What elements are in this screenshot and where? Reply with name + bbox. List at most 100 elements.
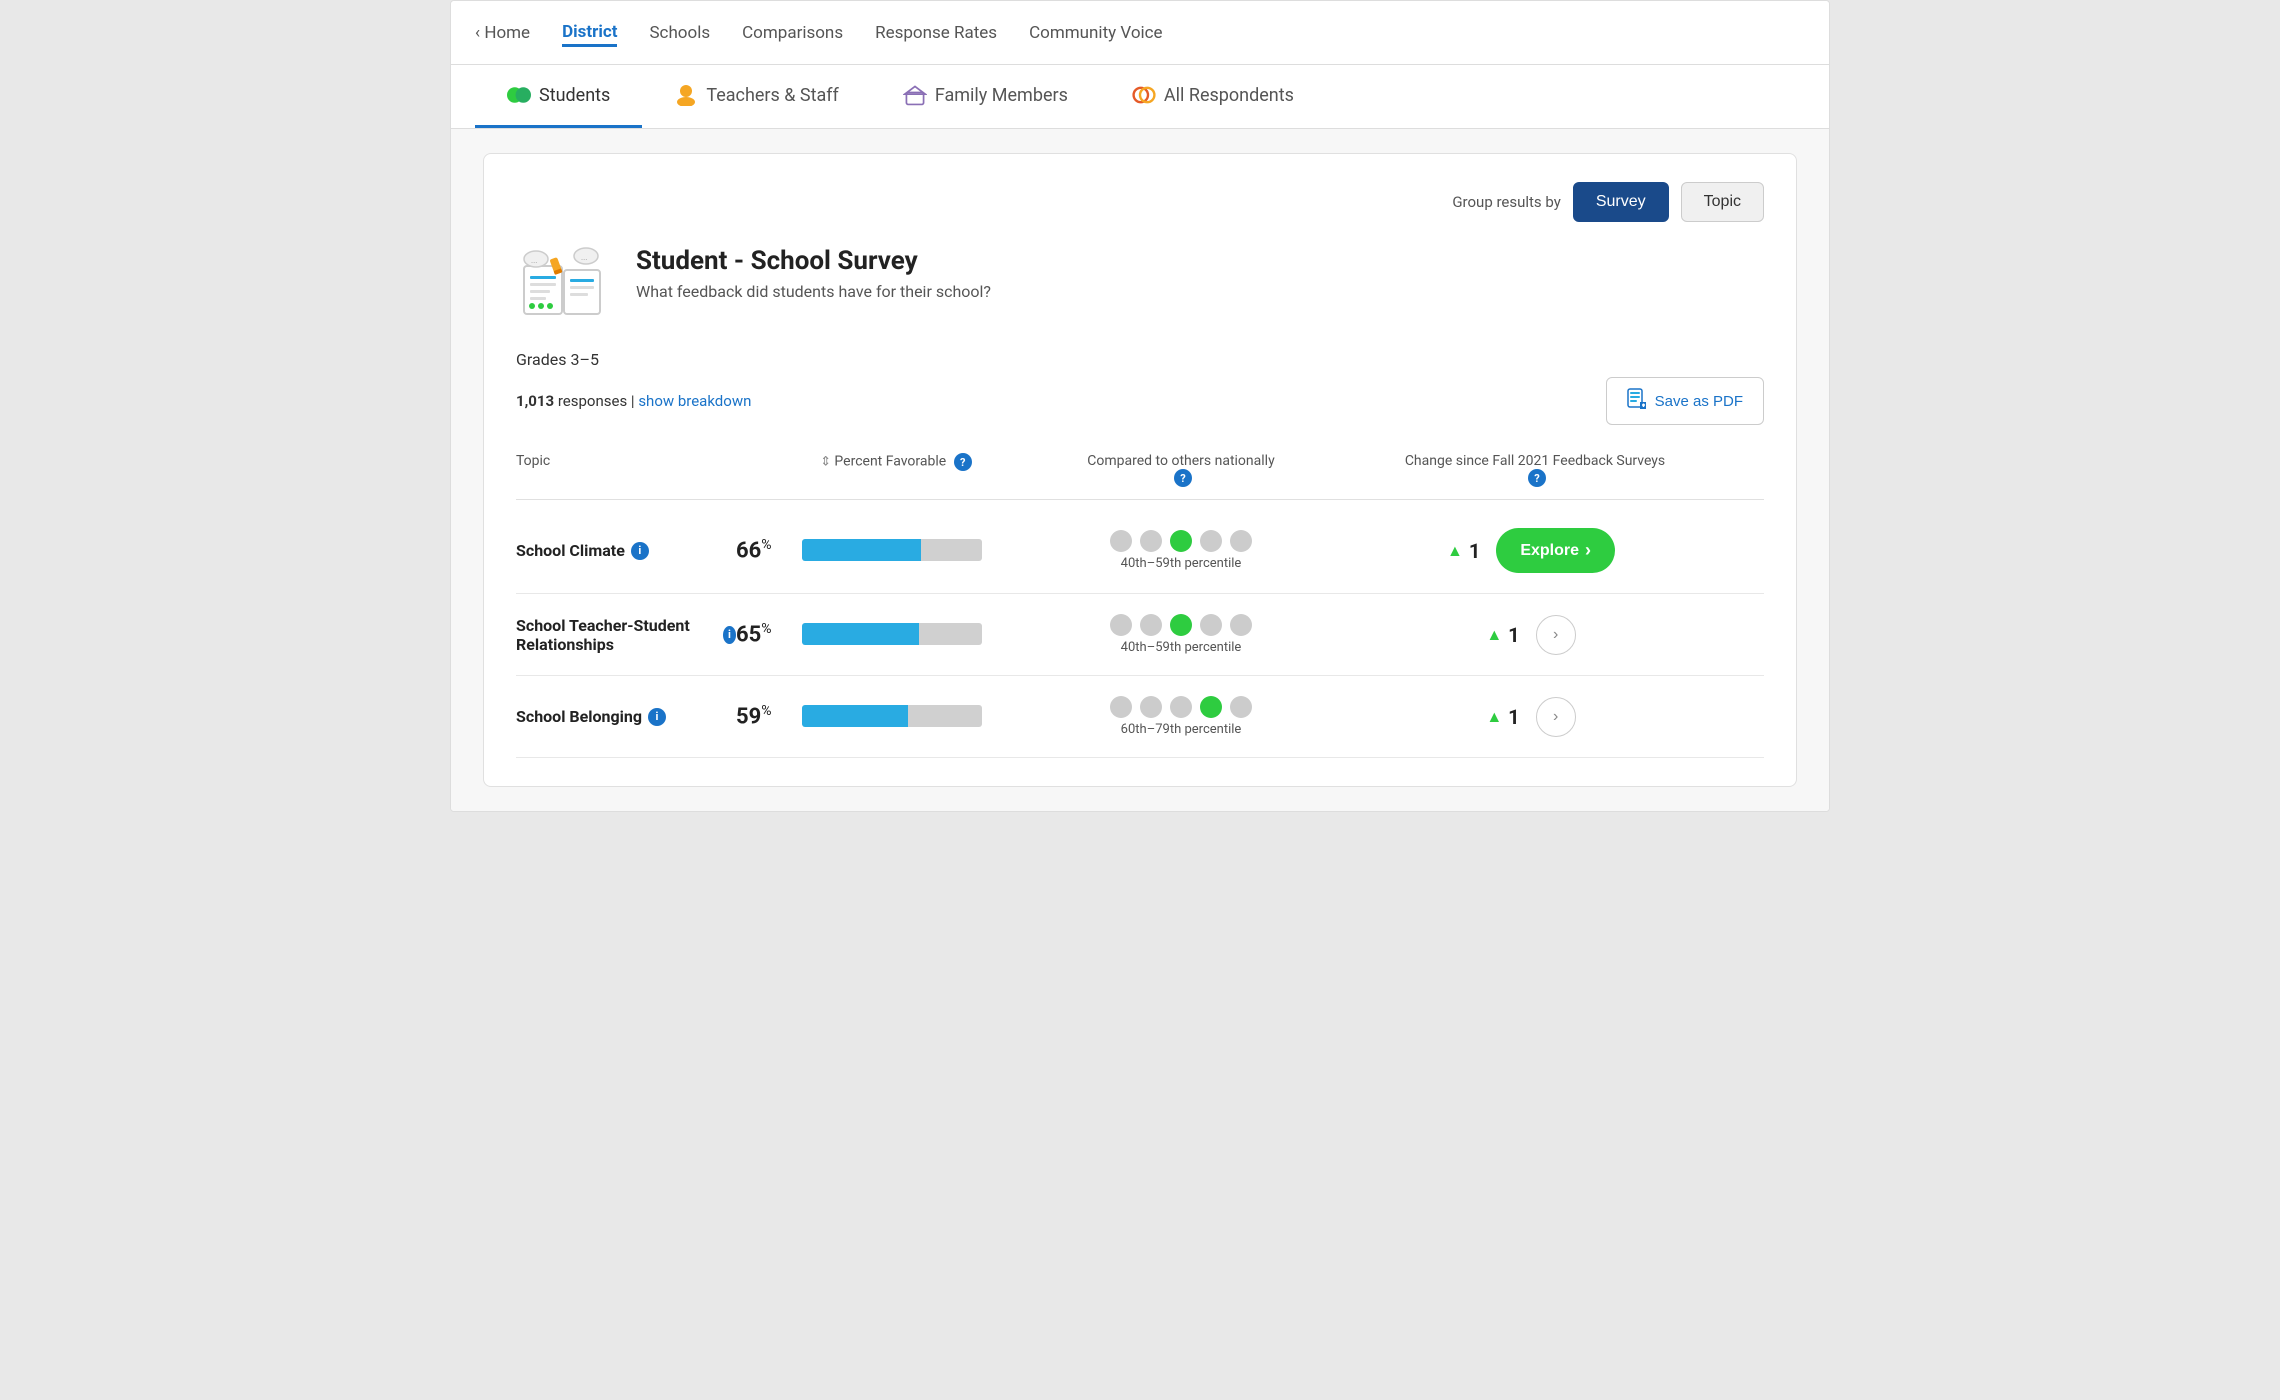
results-card: Group results by Survey Topic <box>483 153 1797 787</box>
col-topic: Topic <box>516 453 736 487</box>
survey-subtitle: What feedback did students have for thei… <box>636 282 991 301</box>
dot-2 <box>1140 614 1162 636</box>
action-cell: ▲ 1 › <box>1306 697 1764 737</box>
main-content: Group results by Survey Topic <box>451 129 1829 811</box>
dot-2 <box>1140 530 1162 552</box>
tab-teachers[interactable]: Teachers & Staff <box>642 65 871 128</box>
bar-fill <box>802 623 919 645</box>
topic-info-icon[interactable]: i <box>648 708 666 726</box>
change-value: 1 <box>1469 539 1480 563</box>
dot-5 <box>1230 530 1252 552</box>
teachers-icon <box>674 83 698 107</box>
explore-button[interactable]: Explore <box>1496 528 1615 573</box>
nav-home[interactable]: Home <box>475 19 530 47</box>
row-navigate-button[interactable]: › <box>1536 615 1576 655</box>
col-national: Compared to others nationally ? <box>1056 453 1306 487</box>
show-breakdown-link[interactable]: show breakdown <box>638 392 751 410</box>
nav-response-rates[interactable]: Response Rates <box>875 19 997 47</box>
dot-5 <box>1230 614 1252 636</box>
topic-cell: School Belonging i <box>516 707 736 726</box>
dot-5 <box>1230 696 1252 718</box>
dots-row <box>1110 696 1252 718</box>
responses-row: 1,013 responses | show breakdown <box>516 377 1764 425</box>
responses-label: responses | <box>558 392 638 410</box>
percent-cell: 65% <box>736 621 1056 647</box>
row-navigate-button[interactable]: › <box>1536 697 1576 737</box>
table-row: School Teacher-Student Relationships i 6… <box>516 594 1764 676</box>
group-results-row: Group results by Survey Topic <box>516 182 1764 222</box>
pdf-icon <box>1627 388 1647 414</box>
dot-1 <box>1110 530 1132 552</box>
nav-comparisons[interactable]: Comparisons <box>742 19 843 47</box>
percent-value: 66% <box>736 537 792 563</box>
tab-students[interactable]: Students <box>475 65 642 128</box>
svg-text:...: ... <box>531 256 537 265</box>
nav-district[interactable]: District <box>562 18 617 47</box>
students-icon <box>507 83 531 107</box>
dots-row <box>1110 530 1252 552</box>
dot-4 <box>1200 614 1222 636</box>
dot-3 <box>1170 696 1192 718</box>
percent-value: 59% <box>736 703 792 729</box>
topic-info-icon[interactable]: i <box>631 542 649 560</box>
topic-cell: School Climate i <box>516 541 736 560</box>
table-row: School Climate i 66% <box>516 508 1764 594</box>
response-count: 1,013 <box>516 392 554 410</box>
topic-info-icon[interactable]: i <box>723 626 736 644</box>
survey-header: ... ... Student - School Survey What fee… <box>516 246 1764 326</box>
survey-info: Student - School Survey What feedback di… <box>636 246 991 301</box>
dot-1 <box>1110 696 1132 718</box>
col-percent: ⇕ Percent Favorable ? <box>736 453 1056 487</box>
dot-2 <box>1140 696 1162 718</box>
dot-4 <box>1200 530 1222 552</box>
bar-fill <box>802 705 908 727</box>
change-arrow-icon: ▲ <box>1486 625 1502 645</box>
percent-bar <box>802 539 982 561</box>
change-value: 1 <box>1508 705 1519 729</box>
tabs-row: Students Teachers & Staff Family Members <box>451 65 1829 129</box>
nav-schools[interactable]: Schools <box>649 19 710 47</box>
bar-empty <box>908 705 982 727</box>
group-by-topic-button[interactable]: Topic <box>1681 182 1764 222</box>
percent-bar <box>802 705 982 727</box>
dot-3 <box>1170 530 1192 552</box>
percentile-cell: 40th–59th percentile <box>1056 530 1306 571</box>
grades-row: Grades 3–5 <box>516 350 1764 369</box>
topic-name: School Teacher-Student Relationships <box>516 616 717 654</box>
percentile-label: 40th–59th percentile <box>1121 556 1242 571</box>
nav-community-voice[interactable]: Community Voice <box>1029 19 1162 47</box>
table-header: Topic ⇕ Percent Favorable ? Compared to … <box>516 445 1764 500</box>
change-cell: ▲ 1 <box>1486 623 1519 647</box>
change-cell: ▲ 1 <box>1486 705 1519 729</box>
action-cell: ▲ 1 › <box>1306 615 1764 655</box>
bar-empty <box>919 623 982 645</box>
top-nav: Home District Schools Comparisons Respon… <box>451 1 1829 65</box>
percentile-label: 60th–79th percentile <box>1121 722 1242 737</box>
change-value: 1 <box>1508 623 1519 647</box>
percentile-label: 40th–59th percentile <box>1121 640 1242 655</box>
percent-value: 65% <box>736 621 792 647</box>
sort-icon: ⇕ <box>820 455 834 470</box>
group-by-survey-button[interactable]: Survey <box>1573 182 1669 222</box>
grades-label: Grades 3–5 <box>516 350 599 369</box>
bar-empty <box>921 539 982 561</box>
topic-cell: School Teacher-Student Relationships i <box>516 616 736 654</box>
topic-name: School Climate <box>516 541 625 560</box>
family-icon <box>903 83 927 107</box>
national-help-icon[interactable]: ? <box>1174 469 1192 487</box>
percentile-cell: 40th–59th percentile <box>1056 614 1306 655</box>
change-arrow-icon: ▲ <box>1486 707 1502 727</box>
tab-family[interactable]: Family Members <box>871 65 1100 128</box>
svg-text:...: ... <box>581 253 587 262</box>
group-results-label: Group results by <box>1452 193 1561 211</box>
tab-all-respondents[interactable]: All Respondents <box>1100 65 1326 128</box>
table-row: School Belonging i 59% <box>516 676 1764 758</box>
topic-name: School Belonging <box>516 707 642 726</box>
change-help-icon[interactable]: ? <box>1528 469 1546 487</box>
change-cell: ▲ 1 <box>1447 539 1480 563</box>
percent-help-icon[interactable]: ? <box>954 453 972 471</box>
dots-row <box>1110 614 1252 636</box>
responses-info: 1,013 responses | show breakdown <box>516 392 751 410</box>
save-pdf-button[interactable]: Save as PDF <box>1606 377 1764 425</box>
dot-1 <box>1110 614 1132 636</box>
